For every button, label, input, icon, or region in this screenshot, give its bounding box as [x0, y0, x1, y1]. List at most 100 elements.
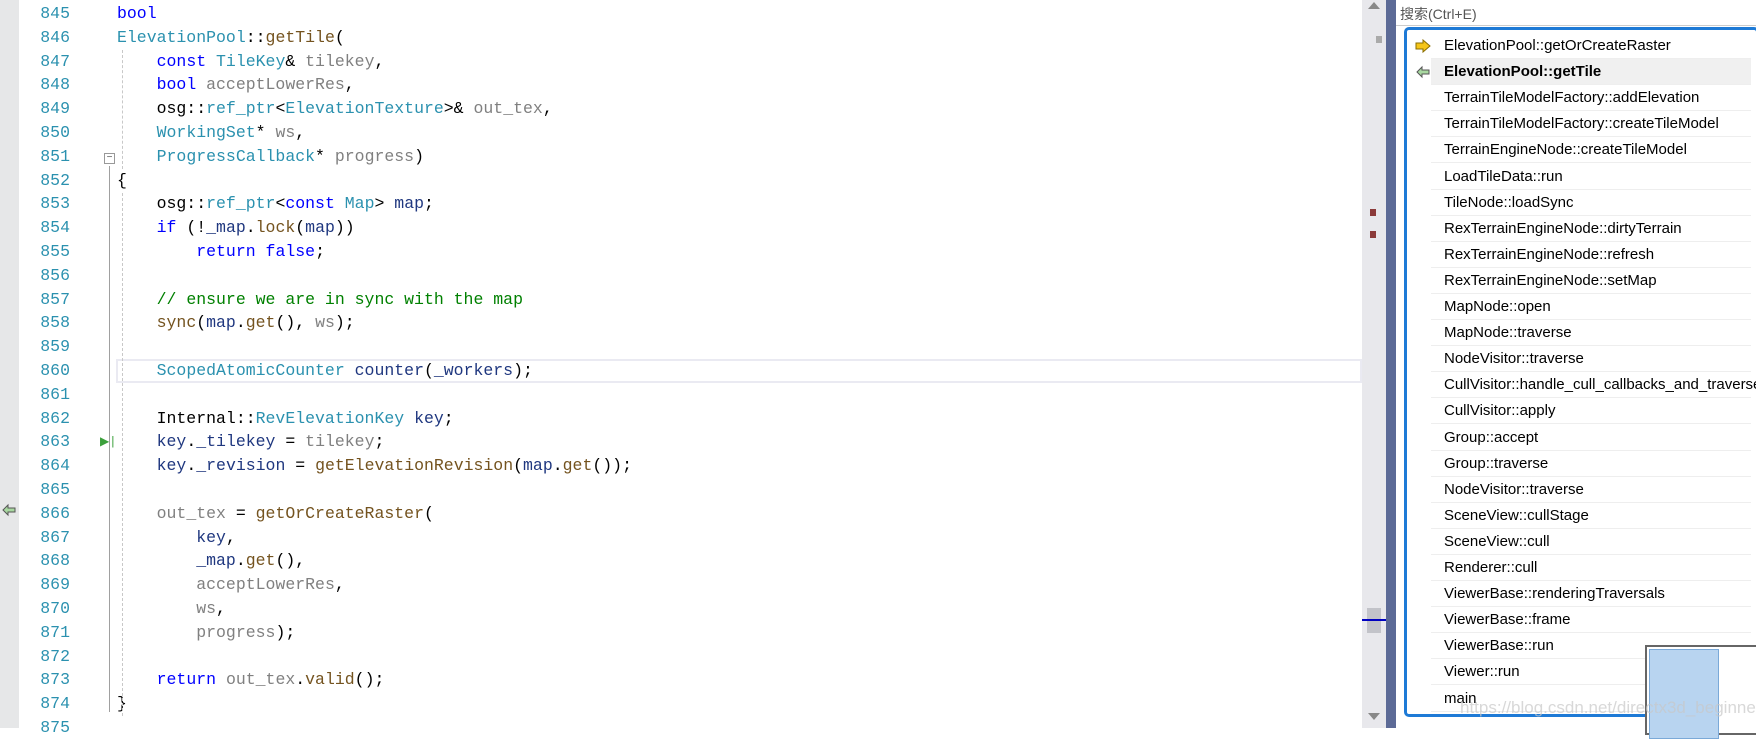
selected-frame-arrow-icon — [1416, 65, 1430, 79]
code-text: key, — [196, 527, 236, 547]
scroll-up-arrow[interactable] — [1368, 2, 1380, 9]
code-text: ScopedAtomicCounter counter(_workers); — [156, 361, 533, 380]
code-line[interactable]: 853 osg::ref_ptr<const Map> map; — [19, 192, 1362, 216]
call-stack-frame[interactable]: Group::traverse — [1431, 451, 1751, 477]
line-number: 865 — [40, 480, 70, 499]
code-line[interactable]: 855 return false; — [19, 240, 1362, 264]
line-number: 856 — [40, 265, 70, 285]
line-number: 867 — [40, 527, 70, 547]
code-line[interactable]: 857 // ensure we are in sync with the ma… — [19, 288, 1362, 312]
code-text: ProgressCallback* progress) — [156, 146, 424, 166]
code-text: ElevationPool::getTile( — [117, 27, 345, 47]
code-line[interactable]: 846 ElevationPool::getTile( — [19, 26, 1362, 50]
code-text: key._tilekey = tilekey; — [156, 432, 385, 452]
line-number: 858 — [40, 313, 70, 333]
code-line[interactable]: 847 const TileKey& tilekey, — [19, 50, 1362, 74]
code-text: WorkingSet* ws, — [156, 123, 306, 142]
code-line[interactable]: 872 — [19, 645, 1362, 669]
code-line[interactable]: 859 — [19, 335, 1362, 359]
call-stack-frame[interactable]: TerrainEngineNode::createTileModel — [1431, 137, 1751, 164]
code-line[interactable]: 867 key, — [19, 526, 1362, 550]
code-text: key._revision = getElevationRevision(map… — [156, 456, 632, 476]
call-stack-search-input[interactable]: 搜索(Ctrl+E) — [1396, 0, 1756, 26]
code-line[interactable]: 858 sync(map.get(), ws); — [19, 311, 1362, 335]
code-line[interactable]: 854 if (!_map.lock(map)) — [19, 216, 1362, 240]
code-text: bool acceptLowerRes, — [156, 75, 355, 95]
line-number: 872 — [40, 646, 70, 666]
call-stack-list[interactable]: ElevationPool::getOrCreateRaster Elevatio… — [1404, 27, 1756, 717]
call-stack-frame[interactable]: TerrainTileModelFactory::createTileModel — [1431, 111, 1751, 138]
code-text: const TileKey& tilekey, — [156, 51, 385, 71]
caret-position-marker — [1362, 619, 1386, 621]
call-stack-frame[interactable]: RexTerrainEngineNode::dirtyTerrain — [1431, 216, 1751, 242]
code-text: // ensure we are in sync with the map — [156, 289, 523, 309]
code-line[interactable]: 863 key._tilekey = tilekey; ▶| — [19, 430, 1362, 454]
code-text: osg::ref_ptr<const Map> map; — [117, 194, 434, 214]
call-stack-frame[interactable]: ViewerBase::renderingTraversals — [1431, 581, 1751, 608]
line-number: 860 — [40, 361, 70, 380]
call-stack-frame[interactable]: CullVisitor::apply — [1431, 398, 1751, 425]
code-line[interactable]: 856 — [19, 264, 1362, 288]
code-line[interactable]: 873 return out_tex.valid(); — [19, 668, 1362, 692]
call-stack-frame[interactable]: SceneView::cull — [1431, 529, 1751, 555]
code-text: out_tex = getOrCreateRaster( — [156, 503, 434, 523]
call-stack-frame[interactable]: Group::accept — [1431, 425, 1751, 451]
vertical-scrollbar[interactable] — [1362, 0, 1386, 728]
code-line[interactable]: 850 WorkingSet* ws, — [19, 121, 1362, 145]
line-number: 874 — [40, 694, 70, 714]
code-line[interactable]: 869 acceptLowerRes, — [19, 573, 1362, 597]
code-line[interactable]: 862 Internal::RevElevationKey key; — [19, 407, 1362, 431]
line-number: 859 — [40, 337, 70, 357]
line-number: 870 — [40, 599, 70, 618]
call-stack-frame[interactable]: Renderer::cull — [1431, 555, 1751, 581]
panel-splitter[interactable] — [1386, 0, 1396, 728]
code-line[interactable]: 871 progress); — [19, 621, 1362, 645]
call-stack-frame[interactable]: CullVisitor::handle_cull_callbacks_and_t… — [1431, 372, 1756, 399]
call-stack-frame[interactable]: ViewerBase::frame — [1431, 607, 1751, 634]
call-stack-frame[interactable]: LoadTileData::run — [1431, 164, 1751, 190]
return-arrow-icon — [2, 503, 16, 517]
code-editor[interactable]: 845 bool 846 ElevationPool::getTile(847 con… — [19, 0, 1362, 737]
call-stack-frame[interactable]: NodeVisitor::traverse — [1431, 346, 1751, 373]
code-line[interactable]: 849 osg::ref_ptr<ElevationTexture>& out_… — [19, 97, 1362, 121]
line-number: 847 — [40, 51, 70, 71]
code-line[interactable]: 870 ws, — [19, 597, 1362, 621]
call-stack-frame[interactable]: MapNode::open — [1431, 294, 1751, 320]
code-line[interactable]: 861 — [19, 383, 1362, 407]
code-line[interactable]: 860 ScopedAtomicCounter counter(_workers… — [19, 359, 1362, 383]
code-line[interactable]: 875 — [19, 716, 1362, 740]
scroll-down-arrow[interactable] — [1368, 713, 1380, 720]
call-stack-frame[interactable]: NodeVisitor::traverse — [1431, 477, 1751, 503]
call-stack-frame[interactable]: TileNode::loadSync — [1431, 190, 1751, 216]
collapse-toggle-icon[interactable]: − — [104, 153, 115, 164]
call-stack-frame[interactable]: RexTerrainEngineNode::refresh — [1431, 242, 1751, 268]
call-stack-frame[interactable]: TerrainTileModelFactory::addElevation — [1431, 85, 1751, 112]
call-stack-frame[interactable]: SceneView::cullStage — [1431, 503, 1751, 529]
code-text: ws, — [196, 599, 226, 618]
code-line[interactable]: 848 bool acceptLowerRes, — [19, 73, 1362, 97]
call-stack-frame[interactable]: RexTerrainEngineNode::setMap — [1431, 268, 1751, 294]
code-line[interactable]: 852 { — [19, 169, 1362, 193]
code-line[interactable]: 851 ProgressCallback* progress) — [19, 145, 1362, 169]
line-number: 866 — [40, 503, 70, 523]
line-number: 864 — [40, 456, 70, 476]
line-number: 855 — [40, 242, 70, 261]
code-line[interactable]: 874} — [19, 692, 1362, 716]
call-stack-frame[interactable]: ElevationPool::getOrCreateRaster — [1431, 33, 1751, 59]
code-line[interactable]: 866 out_tex = getOrCreateRaster( — [19, 502, 1362, 526]
code-line[interactable]: 865 — [19, 478, 1362, 502]
code-text: bool — [117, 4, 157, 23]
line-number: 848 — [40, 75, 70, 95]
line-number: 873 — [40, 670, 70, 690]
code-line[interactable]: 845 bool — [19, 2, 1362, 26]
call-stack-frame[interactable]: MapNode::traverse — [1431, 320, 1751, 347]
code-text: osg::ref_ptr<ElevationTexture>& out_tex, — [117, 99, 553, 119]
indicator-margin[interactable] — [0, 0, 19, 728]
code-map-thumbnail[interactable] — [1645, 645, 1756, 739]
code-line[interactable]: 864 key._revision = getElevationRevision… — [19, 454, 1362, 478]
call-stack-frame[interactable]: ElevationPool::getTile — [1431, 59, 1751, 86]
line-number: 853 — [40, 194, 70, 214]
line-number: 852 — [40, 170, 70, 190]
code-line[interactable]: 868 _map.get(), — [19, 549, 1362, 573]
fold-region-line — [109, 166, 110, 712]
